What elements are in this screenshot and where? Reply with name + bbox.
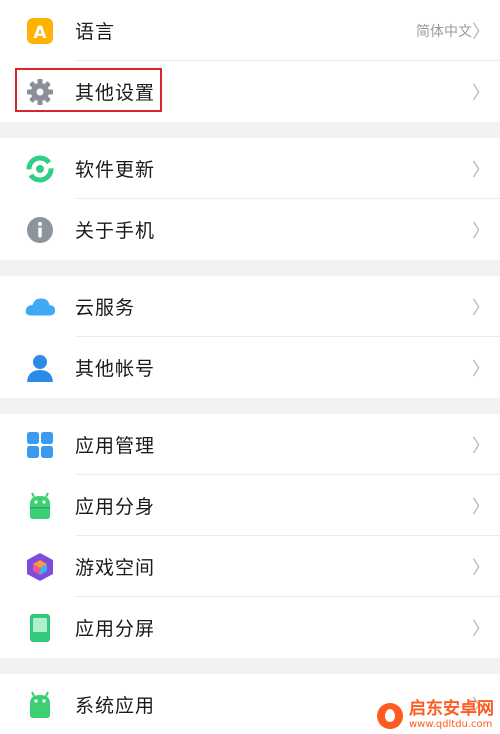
info-icon <box>24 214 56 246</box>
android-icon <box>24 689 56 721</box>
settings-group-1: A 语言 简体中文 〉 其他设置 〉 <box>0 0 500 122</box>
settings-item-value: 简体中文 <box>416 23 472 40</box>
watermark: 启东安卓网 www.qdltdu.com <box>377 701 494 730</box>
cloud-icon <box>24 291 56 323</box>
settings-item-label: 应用分屏 <box>75 618 156 640</box>
chevron-right-icon: 〉 <box>472 220 490 242</box>
android-clone-icon <box>24 490 56 522</box>
watermark-title: 启东安卓网 <box>409 699 494 719</box>
settings-item-about-phone[interactable]: 关于手机 〉 <box>0 199 500 260</box>
chevron-right-icon: 〉 <box>472 358 490 380</box>
split-screen-icon <box>24 612 56 644</box>
update-icon <box>24 153 56 185</box>
chevron-right-icon: 〉 <box>472 297 490 319</box>
settings-item-label: 应用分身 <box>75 496 156 518</box>
watermark-text: 启东安卓网 www.qdltdu.com <box>409 701 494 730</box>
watermark-url: www.qdltdu.com <box>409 719 493 730</box>
chevron-right-icon: 〉 <box>472 82 490 104</box>
settings-item-other-accounts[interactable]: 其他帐号 〉 <box>0 337 500 398</box>
settings-item-language[interactable]: A 语言 简体中文 〉 <box>0 0 500 61</box>
gear-icon <box>24 76 56 108</box>
settings-item-label: 其他设置 <box>75 82 156 104</box>
settings-item-app-clone[interactable]: 应用分身 〉 <box>0 475 500 536</box>
settings-item-label: 应用管理 <box>75 435 156 457</box>
settings-group-4: 应用管理 〉 应用分身 〉 游戏空间 〉 应用分屏 〉 <box>0 414 500 658</box>
app-grid-icon <box>24 429 56 461</box>
game-cube-icon <box>24 551 56 583</box>
group-separator <box>0 122 500 138</box>
settings-item-label: 云服务 <box>75 297 136 319</box>
chevron-right-icon: 〉 <box>472 435 490 457</box>
settings-group-3: 云服务 〉 其他帐号 〉 <box>0 276 500 398</box>
settings-item-label: 语言 <box>75 21 116 43</box>
settings-group-2: 软件更新 〉 关于手机 〉 <box>0 138 500 260</box>
settings-page: A 语言 简体中文 〉 其他设置 〉 软件更新 〉 关于手机 〉 云服务 〉 其… <box>0 0 500 734</box>
settings-item-label: 游戏空间 <box>75 557 156 579</box>
settings-item-label: 软件更新 <box>75 159 156 181</box>
settings-item-label: 其他帐号 <box>75 358 156 380</box>
settings-item-game-space[interactable]: 游戏空间 〉 <box>0 536 500 597</box>
watermark-logo-icon <box>377 702 403 729</box>
settings-item-app-management[interactable]: 应用管理 〉 <box>0 414 500 475</box>
chevron-right-icon: 〉 <box>472 496 490 518</box>
chevron-right-icon: 〉 <box>472 21 490 43</box>
group-separator <box>0 260 500 276</box>
settings-item-label: 系统应用 <box>75 695 156 717</box>
settings-item-split-screen[interactable]: 应用分屏 〉 <box>0 597 500 658</box>
chevron-right-icon: 〉 <box>472 557 490 579</box>
person-icon <box>24 352 56 384</box>
settings-item-software-update[interactable]: 软件更新 〉 <box>0 138 500 199</box>
group-separator <box>0 658 500 674</box>
settings-item-cloud-service[interactable]: 云服务 〉 <box>0 276 500 337</box>
settings-item-other-settings[interactable]: 其他设置 〉 <box>0 61 500 122</box>
settings-item-label: 关于手机 <box>75 220 156 242</box>
language-icon: A <box>24 15 56 47</box>
svg-text:A: A <box>33 23 47 43</box>
chevron-right-icon: 〉 <box>472 618 490 640</box>
chevron-right-icon: 〉 <box>472 159 490 181</box>
group-separator <box>0 398 500 414</box>
